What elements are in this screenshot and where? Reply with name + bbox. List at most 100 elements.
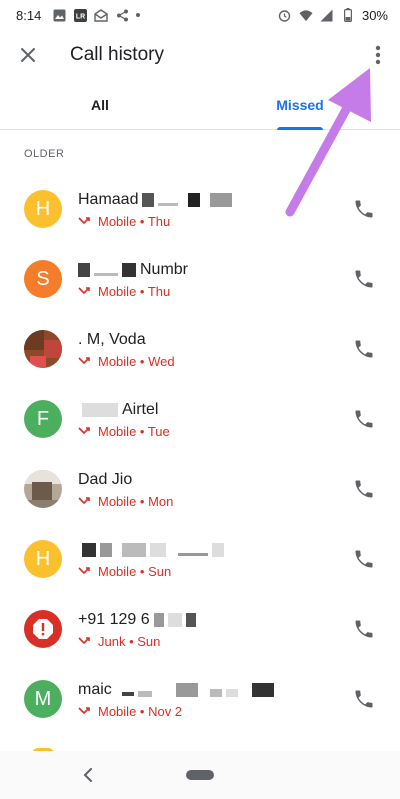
call-info: +91 129 6 Junk • Sun — [78, 610, 352, 649]
avatar[interactable]: M — [24, 680, 62, 718]
redaction-block — [137, 690, 152, 697]
avatar[interactable]: H — [24, 190, 62, 228]
redaction-block — [100, 542, 112, 557]
missed-call-icon — [78, 427, 90, 435]
contact-name-line: Hamaad — [78, 190, 352, 210]
section-header: OLDER — [24, 148, 65, 160]
avatar[interactable] — [24, 610, 62, 648]
tab-all[interactable]: All — [0, 80, 200, 129]
redaction-block — [121, 691, 134, 696]
call-button[interactable] — [352, 477, 376, 501]
avatar-photo-block — [30, 356, 46, 368]
call-info: . M, Voda Mobile • Wed — [78, 330, 352, 369]
more-options-button[interactable] — [364, 41, 392, 69]
call-row[interactable]: +91 129 6 Junk • Sun — [0, 594, 400, 664]
call-meta: Mobile • Thu — [78, 214, 352, 229]
alarm-icon — [278, 8, 292, 22]
redaction-block — [167, 612, 182, 627]
call-row[interactable]: Dad Jio Mobile • Mon — [0, 454, 400, 524]
call-row[interactable]: . M, Voda Mobile • Wed — [0, 314, 400, 384]
avatar[interactable]: S — [24, 260, 62, 298]
call-row[interactable]: H Hamaad Mobile • Thu — [0, 174, 400, 244]
call-meta: Mobile • Nov 2 — [78, 704, 352, 719]
call-info: maic Mobile • Nov 2 — [78, 680, 352, 719]
call-row[interactable]: F Airtel Mobile • Tue — [0, 384, 400, 454]
avatar[interactable] — [24, 470, 62, 508]
redaction-block — [122, 542, 146, 557]
redaction-block — [82, 542, 96, 557]
contact-name: maic — [78, 680, 112, 698]
call-info: Numbr Mobile • Thu — [78, 260, 352, 299]
call-row[interactable]: H Mobile • Sun — [0, 524, 400, 594]
image-icon — [52, 8, 66, 22]
call-button[interactable] — [352, 197, 376, 221]
redaction-block — [78, 262, 90, 277]
more-vert-icon — [375, 45, 381, 65]
call-list: H Hamaad Mobile • Thu S Numbr Mobile • T… — [0, 174, 400, 734]
status-time: 8:14 — [16, 7, 42, 23]
avatar[interactable]: F — [24, 400, 62, 438]
call-info: Dad Jio Mobile • Mon — [78, 470, 352, 509]
svg-text:LR: LR — [76, 13, 85, 20]
back-button[interactable] — [78, 765, 98, 785]
call-button[interactable] — [352, 687, 376, 711]
call-meta: Mobile • Sun — [78, 564, 352, 579]
missed-call-icon — [78, 637, 90, 645]
redaction-block — [185, 612, 196, 627]
status-bar: 8:14 LR 30% — [0, 0, 400, 30]
call-info: Mobile • Sun — [78, 540, 352, 579]
call-meta: Mobile • Mon — [78, 494, 352, 509]
avatar[interactable] — [24, 330, 62, 368]
call-meta-text: Junk • Sun — [98, 633, 161, 649]
redaction-block — [210, 192, 233, 207]
call-meta-text: Mobile • Nov 2 — [98, 703, 183, 719]
phone-icon — [355, 340, 373, 358]
call-row[interactable]: S Numbr Mobile • Thu — [0, 244, 400, 314]
share-icon — [115, 8, 129, 22]
tab-bar: All Missed — [0, 80, 400, 130]
call-info: Hamaad Mobile • Thu — [78, 190, 352, 229]
redaction-block — [251, 682, 274, 697]
call-meta: Mobile • Tue — [78, 424, 352, 439]
avatar[interactable]: H — [24, 540, 62, 578]
call-button[interactable] — [352, 547, 376, 571]
app-bar: Call history — [0, 30, 400, 80]
contact-name-line: +91 129 6 — [78, 610, 352, 630]
contact-name: Numbr — [140, 260, 189, 278]
phone-icon — [355, 550, 373, 568]
redaction-block — [188, 192, 201, 207]
close-button[interactable] — [14, 41, 42, 69]
signal-icon — [320, 8, 334, 22]
page-title: Call history — [70, 44, 164, 65]
redaction-block — [82, 402, 118, 417]
missed-call-icon — [78, 567, 90, 575]
back-icon — [83, 768, 92, 782]
call-meta-text: Mobile • Thu — [98, 213, 171, 229]
call-button[interactable] — [352, 267, 376, 291]
contact-name-line: Numbr — [78, 260, 352, 280]
tab-missed[interactable]: Missed — [200, 80, 400, 130]
close-icon — [21, 48, 35, 62]
phone-icon — [355, 410, 373, 428]
missed-call-icon — [78, 357, 90, 365]
call-row[interactable]: M maic Mobile • Nov 2 — [0, 664, 400, 734]
call-meta-text: Mobile • Mon — [98, 493, 174, 509]
call-button[interactable] — [352, 337, 376, 361]
home-pill[interactable] — [186, 770, 214, 780]
navigation-bar — [0, 751, 400, 799]
redaction-block — [225, 688, 238, 697]
avatar-photo-block — [44, 340, 62, 358]
contact-name: Dad Jio — [78, 470, 133, 488]
avatar-photo-block — [32, 482, 52, 500]
redaction-block — [142, 192, 155, 207]
phone-icon — [355, 480, 373, 498]
redaction-block — [178, 553, 208, 556]
contact-name-line: . M, Voda — [78, 330, 352, 350]
contact-name: . M, Voda — [78, 330, 146, 348]
lr-app-icon: LR — [73, 8, 87, 22]
contact-name: Hamaad — [78, 190, 139, 208]
mail-icon — [94, 8, 109, 22]
call-button[interactable] — [352, 407, 376, 431]
call-button[interactable] — [352, 617, 376, 641]
contact-name: Airtel — [122, 400, 159, 418]
